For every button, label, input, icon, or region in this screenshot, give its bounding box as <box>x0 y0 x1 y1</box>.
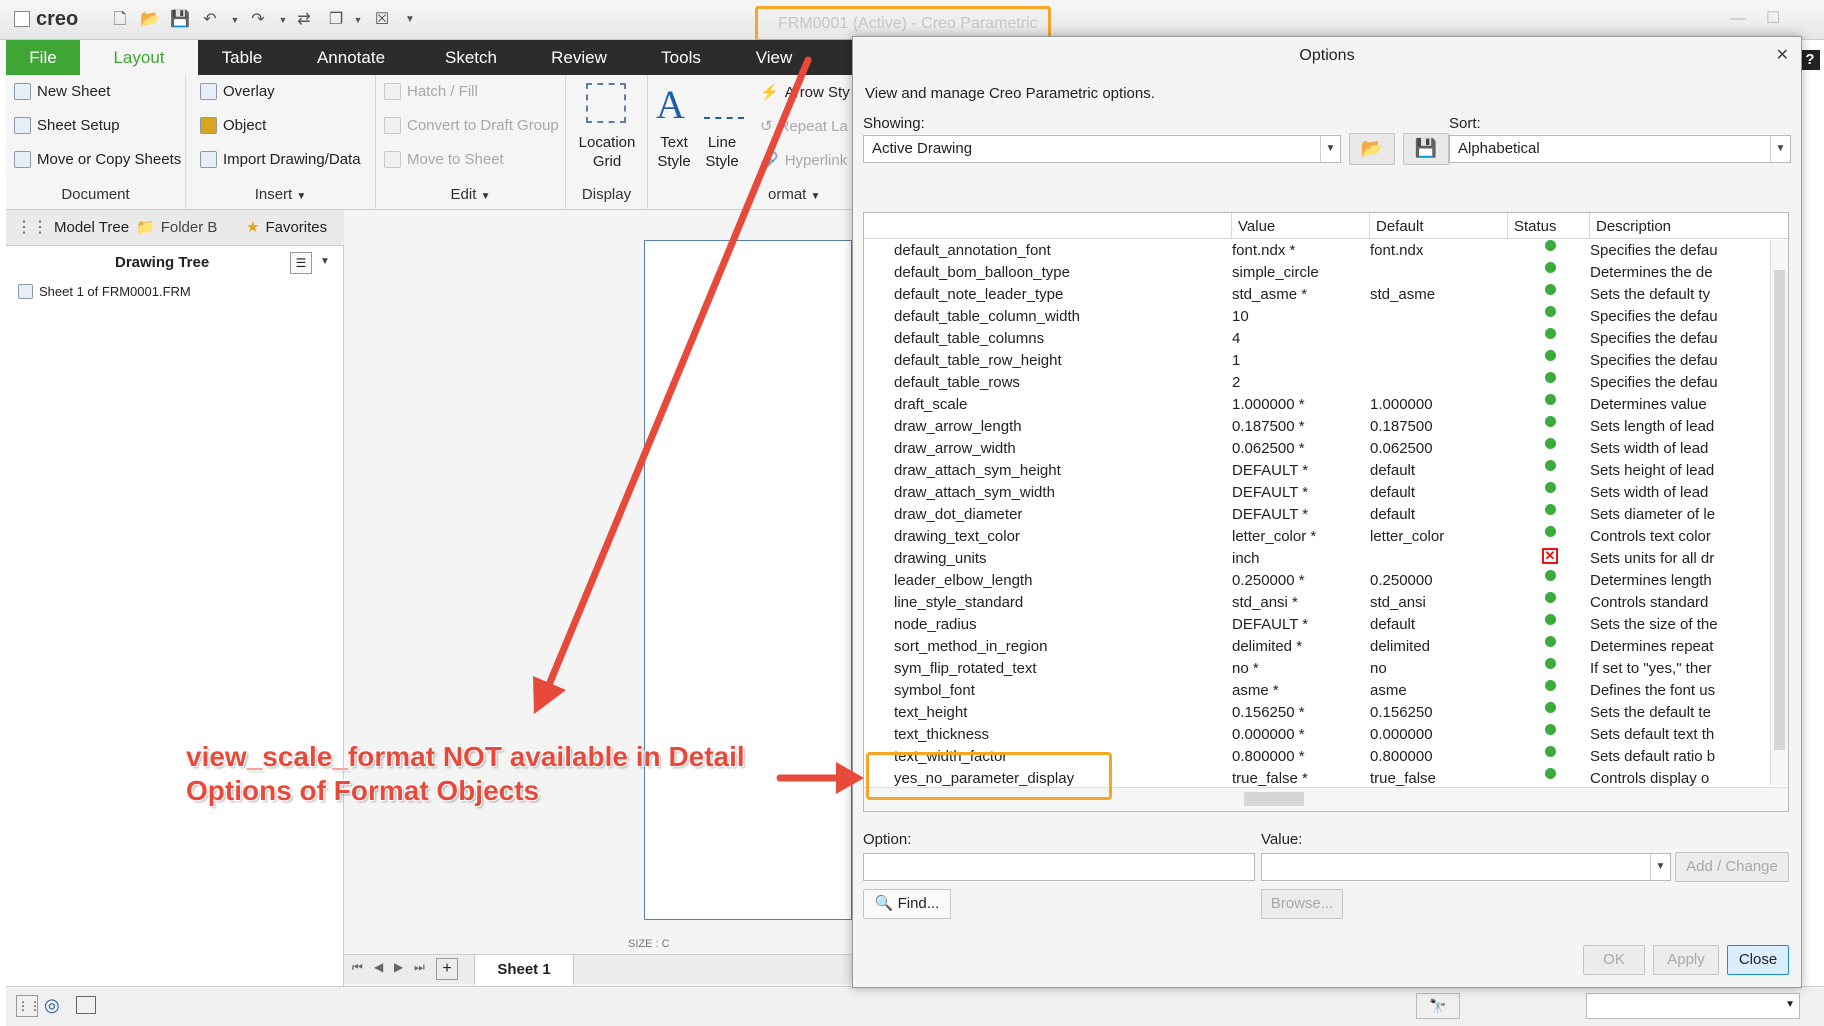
annotation-arrow-line <box>542 56 812 696</box>
annotation-arrows <box>533 56 864 794</box>
annotation-text: view_scale_format NOT available in Detai… <box>186 741 745 806</box>
highlight-box <box>866 752 1112 800</box>
annotation-arrow-head-2 <box>836 762 864 794</box>
